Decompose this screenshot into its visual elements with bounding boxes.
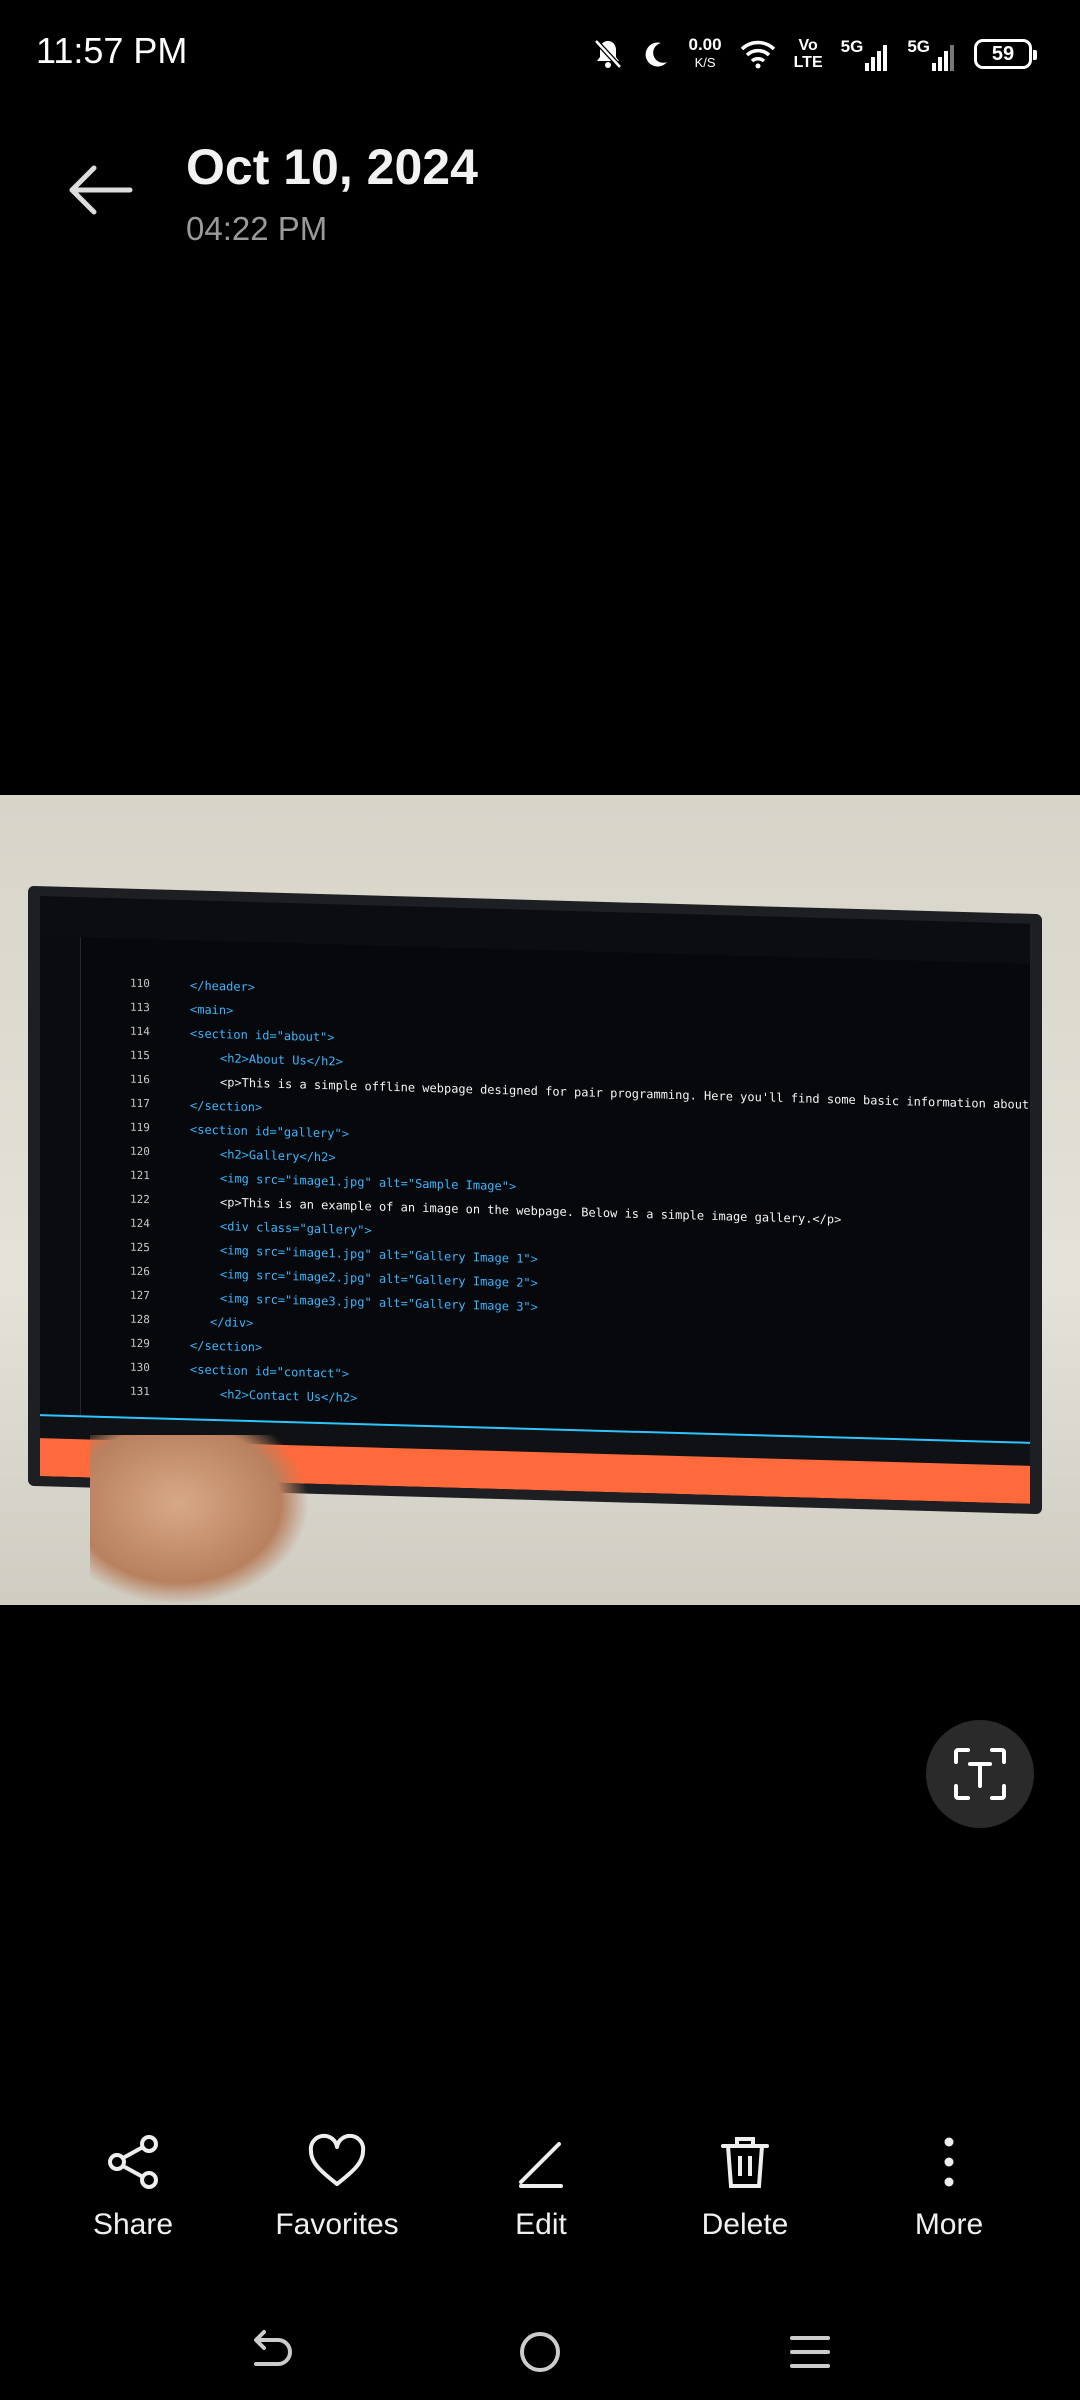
bottom-action-bar: Share Favorites Edit Delete More xyxy=(0,2130,1080,2260)
edit-label: Edit xyxy=(515,2208,567,2241)
photo-code-line: <section id="gallery"> xyxy=(190,1122,349,1141)
photo-code-line: <main> xyxy=(190,1002,234,1018)
text-scan-icon xyxy=(954,1748,1006,1800)
more-vertical-icon xyxy=(944,2137,954,2187)
volte-indicator: Vo LTE xyxy=(794,37,823,71)
photo-line-number: 110 xyxy=(130,976,150,991)
photo-date: Oct 10, 2024 xyxy=(186,139,478,195)
photo-code-line: <img src="image1.jpg" alt="Sample Image"… xyxy=(220,1171,517,1194)
net-speed-unit: K/S xyxy=(694,55,716,70)
photo-code-line: <img src="image3.jpg" alt="Gallery Image… xyxy=(220,1291,538,1315)
photo-line-number: 117 xyxy=(130,1096,150,1111)
photo-code-line: </div> xyxy=(210,1314,254,1331)
status-icons: 0.00 K/S Vo LTE 5G 5G 59 xyxy=(593,32,1037,76)
photo-line-number: 120 xyxy=(130,1144,150,1159)
photo-line-number: 119 xyxy=(130,1120,150,1135)
photo-line-number: 116 xyxy=(130,1072,150,1087)
photo-line-number: 122 xyxy=(130,1192,150,1207)
nav-home-icon[interactable] xyxy=(510,2322,570,2382)
photo-line-number: 130 xyxy=(130,1360,150,1375)
volte-top: Vo xyxy=(798,37,818,54)
photo-line-number: 125 xyxy=(130,1240,150,1255)
photo-line-number: 124 xyxy=(130,1216,150,1231)
share-button[interactable]: Share xyxy=(33,2130,233,2260)
network-type-2: 5G xyxy=(907,37,930,56)
more-button[interactable]: More xyxy=(849,2130,1049,2260)
system-nav-bar xyxy=(0,2300,1080,2400)
text-recognition-button[interactable] xyxy=(926,1720,1034,1828)
photo-code-line: <h2>Gallery</h2> xyxy=(220,1147,336,1165)
status-time: 11:57 PM xyxy=(36,30,188,71)
favorites-label: Favorites xyxy=(275,2208,399,2241)
photo-code-line: <img src="image2.jpg" alt="Gallery Image… xyxy=(220,1267,538,1291)
photo-line-number: 131 xyxy=(130,1384,150,1399)
photo-line-number: 129 xyxy=(130,1336,150,1351)
share-icon xyxy=(108,2135,158,2189)
edit-button[interactable]: Edit xyxy=(441,2130,641,2260)
photo-code-line: <h2>Contact Us</h2> xyxy=(220,1387,358,1406)
photo-line-number: 128 xyxy=(130,1312,150,1327)
photo-code-line: <h2>About Us</h2> xyxy=(220,1051,343,1069)
photo-code-line: <p>This is a simple offline webpage desi… xyxy=(220,1075,1030,1112)
battery-icon: 59 xyxy=(974,39,1037,69)
network-type-1: 5G xyxy=(840,37,864,56)
nav-back-icon[interactable] xyxy=(240,2322,300,2382)
heart-icon xyxy=(308,2133,366,2186)
share-label: Share xyxy=(92,2208,174,2241)
photo-hand xyxy=(90,1435,310,1605)
status-bar: 11:57 PM 0.00 K/S Vo LTE 5G 5G 59 xyxy=(0,0,1080,110)
nav-recents-icon[interactable] xyxy=(780,2322,840,2382)
back-arrow-icon[interactable] xyxy=(60,150,140,230)
photo-image[interactable]: 110 </header> 113 <main> 114 <section id="abo… xyxy=(0,795,1080,1605)
favorites-button[interactable]: Favorites xyxy=(237,2130,437,2260)
photo-code-line: </header> xyxy=(190,978,256,995)
photo-time: 04:22 PM xyxy=(186,210,328,247)
volte-bottom: LTE xyxy=(793,54,823,71)
wifi-icon xyxy=(740,40,775,69)
battery-level: 59 xyxy=(991,42,1015,65)
photo-code-line: <section id="about"> xyxy=(190,1026,335,1045)
photo-code-line: <img src="image1.jpg" alt="Gallery Image… xyxy=(220,1243,538,1267)
photo-line-number: 115 xyxy=(130,1048,150,1063)
photo-code-line: </section> xyxy=(190,1098,263,1115)
photo-code-line: <div class="gallery"> xyxy=(220,1219,372,1238)
delete-label: Delete xyxy=(701,2208,789,2241)
photo-line-number: 113 xyxy=(130,1000,150,1015)
bell-off-icon xyxy=(593,39,622,69)
photo-tv-screen: 110 </header> 113 <main> 114 <section id="abo… xyxy=(40,896,1030,1504)
trash-icon xyxy=(721,2137,769,2188)
net-speed-value: 0.00 xyxy=(688,35,722,54)
photo-line-number: 127 xyxy=(130,1288,150,1303)
signal-2: 5G xyxy=(907,37,956,71)
net-speed: 0.00 K/S xyxy=(689,36,722,72)
delete-button[interactable]: Delete xyxy=(645,2130,845,2260)
signal-1: 5G xyxy=(841,37,890,71)
moon-icon xyxy=(645,42,667,67)
photo-editor-sidebar xyxy=(40,936,81,1458)
more-label: More xyxy=(914,2208,984,2241)
photo-line-number: 121 xyxy=(130,1168,150,1183)
signal-bars-icon xyxy=(932,45,954,71)
photo-code-line: <section id="contact"> xyxy=(190,1362,349,1381)
photo-code-line: </section> xyxy=(190,1338,263,1355)
photo-line-number: 114 xyxy=(130,1024,150,1039)
photo-line-number: 126 xyxy=(130,1264,150,1279)
edit-icon xyxy=(519,2142,563,2188)
signal-bars-icon xyxy=(865,45,888,71)
